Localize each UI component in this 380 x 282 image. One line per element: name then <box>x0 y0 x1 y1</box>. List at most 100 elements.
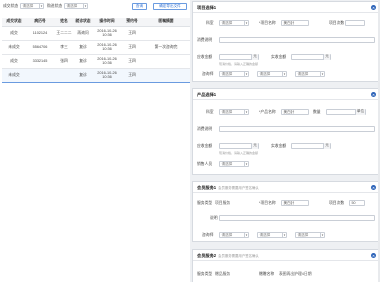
project-count-input[interactable]: 50 <box>349 200 365 206</box>
cell-record: 1102124 <box>26 26 54 41</box>
service-type-label: 服务类型 <box>197 272 213 276</box>
receivable-label: 应收金额 <box>197 144 213 148</box>
qty-input[interactable]: 单位 <box>326 109 366 115</box>
cell-name <box>54 67 74 83</box>
chevron-down-icon: ▾ <box>244 110 248 114</box>
close-icon[interactable]: × <box>371 252 376 258</box>
chevron-down-icon: ▾ <box>282 72 286 76</box>
dept-label: 科室 <box>206 21 214 25</box>
chevron-down-icon: ▾ <box>320 72 324 76</box>
cell-note <box>142 26 190 41</box>
service-card-title: 会员服务1 会员服务需要用户签名确认 <box>197 185 259 190</box>
search-button[interactable]: 查询 <box>132 2 147 10</box>
col-header: 姓名 <box>54 18 74 27</box>
consultant-select[interactable]: 请选择 ▾ <box>219 71 249 77</box>
sales-select[interactable]: 请选择 ▾ <box>219 161 249 167</box>
desc-input[interactable] <box>219 37 375 43</box>
consultant-label: 咨询师 <box>202 72 214 76</box>
dept-select[interactable]: 请选择 ▾ <box>219 20 249 26</box>
receivable-hint: 现消价格，请输入正确的金额 <box>219 61 259 66</box>
receivable-input[interactable]: 元 <box>219 54 259 60</box>
table-row[interactable]: 未成交 5564706 李三 复诊 2016-10-26 10:36 王四 第一次… <box>2 40 190 55</box>
gift-name-value: 表图再出护理4日期 <box>279 272 312 276</box>
table-row[interactable]: 成交 3332145 张四 复诊 2016-10-26 10:36 王四 <box>2 54 190 69</box>
project-name-label: *项目名称 <box>259 201 276 205</box>
receivable-hint: 现消价格，请输入正确的金额 <box>219 150 259 155</box>
project-name-input[interactable]: 美白针 <box>281 20 309 26</box>
receivable-input[interactable]: 元 <box>219 143 259 149</box>
cell-time: 2016-10-26 10:36 <box>92 67 122 83</box>
consultant-label: 咨询师 <box>202 233 214 237</box>
purchase-status-select[interactable]: 请选择 ▾ <box>64 3 88 9</box>
desc-label: 消费说明 <box>197 38 213 42</box>
project-name-input[interactable]: 美白针 <box>281 200 309 206</box>
deal-status-select[interactable]: 请选择 ▾ <box>20 3 44 9</box>
cell-name: 王二二二 <box>54 26 74 41</box>
product-card: 产品选择1 × 科室 请选择 ▾ *产品名称 美白针 数量 单位 消费说明 应收金… <box>192 88 379 175</box>
deal-status-label: 成交状态 <box>3 4 19 8</box>
col-header: 医嘱摘要 <box>142 18 190 27</box>
service-card-2: 会员服务2 会员服务需要用户签名确认 × 服务类型 赠品服务 赠赠名称 表图再出护… <box>192 249 379 282</box>
product-name-label: *产品名称 <box>259 110 276 114</box>
service-card-title: 会员服务2 会员服务需要用户签名确认 <box>197 253 259 258</box>
table-row[interactable]: 成交 1102124 王二二二 再询问 2016-10-26 10:36 王四 <box>2 26 190 41</box>
assistant-select[interactable]: 请选择 ▾ <box>257 71 287 77</box>
col-header: 病历号 <box>26 18 54 27</box>
cell-time: 2016-10-26 10:36 <box>92 26 122 41</box>
purchase-status-label: 购进状态 <box>47 4 63 8</box>
col-header: 成交状态 <box>2 18 26 27</box>
cell-appt: 王四 <box>122 67 142 83</box>
col-header: 操作时间 <box>92 18 122 27</box>
billing-form-panel: 项目选择1 × 科室 请选择 ▾ *项目名称 美白针 项目次数 消费说明 应收金额… <box>191 0 380 282</box>
close-icon[interactable]: × <box>371 4 376 10</box>
divider <box>193 192 378 193</box>
col-header: 就诊状态 <box>74 18 92 27</box>
dept-label: 科室 <box>206 110 214 114</box>
chevron-down-icon: ▾ <box>244 233 248 237</box>
project-count-label: 项目次数 <box>329 21 345 25</box>
cell-status: 未成交 <box>2 40 26 55</box>
cell-record <box>26 67 54 83</box>
operator-select[interactable]: 请选择 ▾ <box>295 71 325 77</box>
consultant-select[interactable]: 请选择 ▾ <box>219 232 249 238</box>
dept-select[interactable]: 请选择 ▾ <box>219 109 249 115</box>
records-panel: 成交状态 请选择 ▾ 购进状态 请选择 ▾ 查询 确定导出文件 成交状态 病历号 姓… <box>0 0 190 282</box>
chevron-down-icon: ▾ <box>244 72 248 76</box>
actual-label: 实收金额 <box>271 55 287 59</box>
chevron-down-icon: ▾ <box>320 233 324 237</box>
cell-status: 成交 <box>2 54 26 69</box>
product-card-title: 产品选择1 <box>197 92 217 97</box>
close-icon[interactable]: × <box>371 91 376 97</box>
cell-status: 成交 <box>2 26 26 41</box>
project-card: 项目选择1 × 科室 请选择 ▾ *项目名称 美白针 项目次数 消费说明 应收金额… <box>192 1 379 82</box>
cell-appt: 王四 <box>122 26 142 41</box>
actual-input[interactable]: 元 <box>291 143 331 149</box>
desc-input[interactable] <box>219 215 375 221</box>
table-header-row: 成交状态 病历号 姓名 就诊状态 操作时间 预约号 医嘱摘要 <box>2 18 190 27</box>
receivable-label: 应收金额 <box>197 55 213 59</box>
cell-appt: 王四 <box>122 54 142 69</box>
desc-input[interactable] <box>219 126 375 132</box>
cell-name: 张四 <box>54 54 74 69</box>
cell-record: 5564706 <box>26 40 54 55</box>
chevron-down-icon: ▾ <box>39 4 43 8</box>
records-table: 成交状态 病历号 姓名 就诊状态 操作时间 预约号 医嘱摘要 成交 110212… <box>2 18 190 83</box>
cell-name: 李三 <box>54 40 74 55</box>
project-card-title: 项目选择1 <box>197 5 217 10</box>
sales-label: 销售人员 <box>197 162 213 166</box>
cell-visit: 复诊 <box>74 67 92 83</box>
actual-input[interactable]: 元 <box>291 54 331 60</box>
product-name-input[interactable]: 美白针 <box>281 109 309 115</box>
close-icon[interactable]: × <box>371 184 376 190</box>
chevron-down-icon: ▾ <box>244 162 248 166</box>
project-count-input[interactable] <box>345 20 365 26</box>
table-row-selected[interactable]: 未成交 复诊 2016-10-26 10:36 王四 <box>2 67 190 83</box>
operator-select[interactable]: 请选择 ▾ <box>295 232 325 238</box>
service-type-value: 赠品服务 <box>215 272 231 276</box>
desc-label: 消费说明 <box>197 127 213 131</box>
export-button[interactable]: 确定导出文件 <box>153 2 187 10</box>
divider <box>193 99 378 100</box>
assistant-select[interactable]: 请选择 ▾ <box>257 232 287 238</box>
cell-time: 2016-10-26 10:36 <box>92 54 122 69</box>
chevron-down-icon: ▾ <box>244 21 248 25</box>
